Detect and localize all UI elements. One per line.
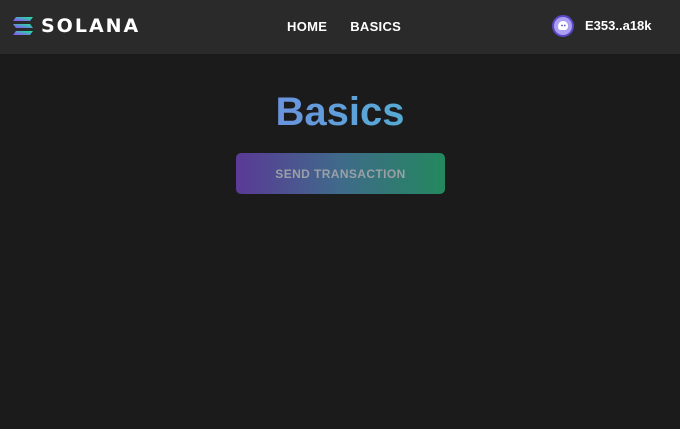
wallet-button[interactable]: E353..a18k xyxy=(552,15,652,37)
navbar: SOLANA HOME BASICS E353..a18k xyxy=(0,0,680,54)
nav-links: HOME BASICS xyxy=(287,19,401,35)
main-content: Basics SEND TRANSACTION xyxy=(0,54,680,429)
send-transaction-button[interactable]: SEND TRANSACTION xyxy=(236,153,445,194)
phantom-ghost-icon xyxy=(558,21,568,30)
solana-logo[interactable]: SOLANA xyxy=(12,15,140,37)
wallet-avatar xyxy=(552,15,574,37)
solana-logo-icon xyxy=(13,17,33,35)
logo-text: SOLANA xyxy=(41,15,141,37)
nav-link-basics[interactable]: BASICS xyxy=(350,19,401,35)
page-title: Basics xyxy=(0,90,680,134)
nav-link-home[interactable]: HOME xyxy=(287,19,327,35)
wallet-address: E353..a18k xyxy=(585,18,652,33)
